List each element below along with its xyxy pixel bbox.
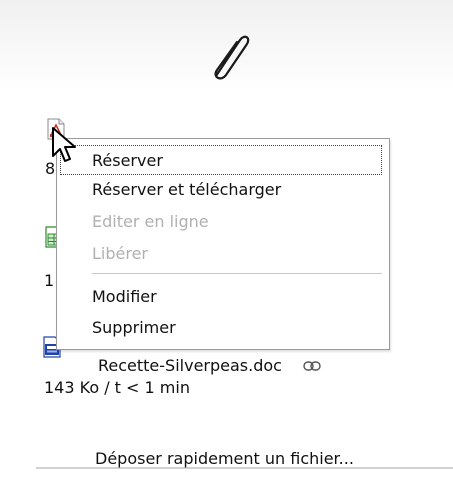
- context-menu: Réserver Réserver et télécharger Editer …: [56, 138, 390, 350]
- attachments-panel: 8 1 Recette-Silverpeas.doc 143 Ko / t < …: [0, 0, 453, 486]
- link-icon[interactable]: [303, 360, 321, 372]
- quick-upload-link[interactable]: Déposer rapidement un fichier...: [95, 449, 354, 469]
- menu-item-reserver[interactable]: Réserver: [60, 145, 382, 175]
- file-name-link[interactable]: Recette-Silverpeas.doc: [98, 356, 282, 376]
- menu-item-modifier[interactable]: Modifier: [92, 282, 157, 312]
- menu-item-reserver-telecharger[interactable]: Réserver et télécharger: [92, 175, 281, 205]
- menu-item-supprimer[interactable]: Supprimer: [92, 313, 176, 343]
- menu-item-editer-en-ligne: Editer en ligne: [92, 212, 209, 231]
- file-meta: 143 Ko / t < 1 min: [44, 378, 190, 397]
- file-meta-fragment: 1: [44, 271, 55, 290]
- paperclip-icon: [214, 35, 250, 80]
- menu-item-liberer: Libérer: [92, 244, 149, 263]
- mouse-cursor-icon: [52, 127, 76, 162]
- menu-separator: [92, 273, 382, 274]
